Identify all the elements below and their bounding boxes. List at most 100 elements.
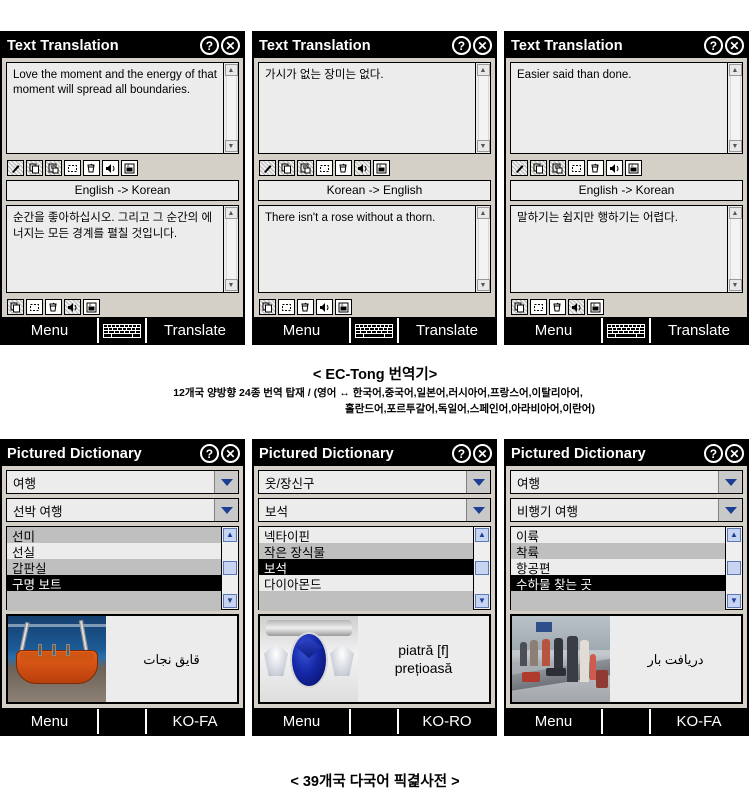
- keyboard-button[interactable]: [351, 318, 399, 343]
- scroll-track[interactable]: [729, 219, 741, 279]
- translate-button[interactable]: Translate: [651, 318, 747, 343]
- source-scrollbar[interactable]: ▲ ▼: [727, 63, 742, 153]
- word-listbox[interactable]: 이륙 착륙 항공편 수하물 찾는 곳 ▲ ▼: [510, 526, 743, 611]
- direction-bar[interactable]: English -> Korean: [510, 180, 743, 201]
- scroll-down-icon[interactable]: ▼: [476, 140, 490, 152]
- scroll-up-icon[interactable]: ▲: [224, 207, 238, 219]
- scroll-up-icon[interactable]: ▲: [224, 64, 238, 76]
- subcategory-dropdown[interactable]: 보석: [258, 498, 491, 522]
- pen-icon[interactable]: [7, 160, 24, 176]
- keyboard-button[interactable]: [603, 318, 651, 343]
- keyboard-input-icon[interactable]: A: [373, 160, 390, 176]
- result-scrollbar[interactable]: ▲ ▼: [475, 206, 490, 292]
- clear-icon[interactable]: [587, 160, 604, 176]
- help-icon[interactable]: ?: [452, 444, 471, 463]
- scroll-up-icon[interactable]: ▲: [476, 64, 490, 76]
- category-dropdown[interactable]: 옷/장신구: [258, 470, 491, 494]
- keyboard-input-icon[interactable]: A: [83, 299, 100, 315]
- category-dropdown[interactable]: 여행: [510, 470, 743, 494]
- keyboard-input-icon[interactable]: A: [625, 160, 642, 176]
- pen-icon[interactable]: [511, 160, 528, 176]
- scroll-thumb[interactable]: [475, 561, 489, 575]
- copy-icon[interactable]: [530, 160, 547, 176]
- speaker-icon[interactable]: [64, 299, 81, 315]
- scroll-down-icon[interactable]: ▼: [224, 279, 238, 291]
- chevron-down-icon[interactable]: [466, 499, 490, 521]
- word-listbox[interactable]: 넥타이핀 작은 장식물 보석 다이아몬드 ▲ ▼: [258, 526, 491, 611]
- copy-icon[interactable]: [278, 160, 295, 176]
- speaker-icon[interactable]: [568, 299, 585, 315]
- scroll-track[interactable]: [225, 76, 237, 140]
- chevron-down-icon[interactable]: [466, 471, 490, 493]
- listbox-scrollbar[interactable]: ▲ ▼: [725, 527, 742, 609]
- pen-icon[interactable]: [259, 160, 276, 176]
- close-icon[interactable]: ✕: [473, 444, 492, 463]
- speaker-icon[interactable]: [102, 160, 119, 176]
- scroll-track[interactable]: [729, 76, 741, 140]
- menu-button[interactable]: Menu: [2, 318, 99, 343]
- select-icon[interactable]: [568, 160, 585, 176]
- speaker-icon[interactable]: [316, 299, 333, 315]
- translate-button[interactable]: Translate: [147, 318, 243, 343]
- select-icon[interactable]: [278, 299, 295, 315]
- copy-icon[interactable]: [259, 299, 276, 315]
- clear-icon[interactable]: [297, 299, 314, 315]
- list-item[interactable]: 선미: [7, 527, 221, 544]
- close-icon[interactable]: ✕: [725, 36, 744, 55]
- scroll-track[interactable]: [477, 219, 489, 279]
- scroll-down-icon[interactable]: ▼: [727, 594, 741, 608]
- subcategory-dropdown[interactable]: 선박 여행: [6, 498, 239, 522]
- scroll-down-icon[interactable]: ▼: [728, 140, 742, 152]
- blank-button[interactable]: [99, 709, 147, 734]
- chevron-down-icon[interactable]: [214, 471, 238, 493]
- help-icon[interactable]: ?: [704, 36, 723, 55]
- keyboard-button[interactable]: [99, 318, 147, 343]
- word-listbox[interactable]: 선미 선실 갑판실 구명 보트 ▲ ▼: [6, 526, 239, 611]
- scroll-up-icon[interactable]: ▲: [475, 528, 489, 542]
- copy-icon[interactable]: [26, 160, 43, 176]
- keyboard-input-icon[interactable]: A: [121, 160, 138, 176]
- menu-button[interactable]: Menu: [254, 709, 351, 734]
- listbox-scrollbar[interactable]: ▲ ▼: [221, 527, 238, 609]
- menu-button[interactable]: Menu: [254, 318, 351, 343]
- clear-icon[interactable]: [83, 160, 100, 176]
- scroll-down-icon[interactable]: ▼: [475, 594, 489, 608]
- list-item[interactable]: 작은 장식물: [259, 543, 473, 560]
- chevron-down-icon[interactable]: [718, 471, 742, 493]
- list-item-selected[interactable]: 수하물 찾는 곳: [511, 575, 725, 592]
- help-icon[interactable]: ?: [452, 36, 471, 55]
- clear-icon[interactable]: [335, 160, 352, 176]
- result-scrollbar[interactable]: ▲ ▼: [727, 206, 742, 292]
- chevron-down-icon[interactable]: [214, 499, 238, 521]
- help-icon[interactable]: ?: [200, 444, 219, 463]
- source-scrollbar[interactable]: ▲ ▼: [475, 63, 490, 153]
- select-icon[interactable]: [26, 299, 43, 315]
- paste-icon[interactable]: [549, 160, 566, 176]
- source-textarea[interactable]: 가시가 없는 장미는 없다. ▲ ▼: [258, 62, 491, 154]
- scroll-up-icon[interactable]: ▲: [223, 528, 237, 542]
- category-dropdown[interactable]: 여행: [6, 470, 239, 494]
- result-textarea[interactable]: There isn't a rose without a thorn. ▲ ▼: [258, 205, 491, 293]
- close-icon[interactable]: ✕: [725, 444, 744, 463]
- close-icon[interactable]: ✕: [221, 36, 240, 55]
- result-textarea[interactable]: 말하기는 쉽지만 행하기는 어렵다. ▲ ▼: [510, 205, 743, 293]
- scroll-down-icon[interactable]: ▼: [223, 594, 237, 608]
- menu-button[interactable]: Menu: [2, 709, 99, 734]
- select-icon[interactable]: [530, 299, 547, 315]
- help-icon[interactable]: ?: [704, 444, 723, 463]
- direction-bar[interactable]: English -> Korean: [6, 180, 239, 201]
- speaker-icon[interactable]: [354, 160, 371, 176]
- scroll-up-icon[interactable]: ▲: [728, 207, 742, 219]
- list-item[interactable]: 다이아몬드: [259, 575, 473, 592]
- source-textarea[interactable]: Love the moment and the energy of that m…: [6, 62, 239, 154]
- clear-icon[interactable]: [549, 299, 566, 315]
- subcategory-dropdown[interactable]: 비행기 여행: [510, 498, 743, 522]
- source-scrollbar[interactable]: ▲ ▼: [223, 63, 238, 153]
- blank-button[interactable]: [603, 709, 651, 734]
- scroll-up-icon[interactable]: ▲: [728, 64, 742, 76]
- select-icon[interactable]: [64, 160, 81, 176]
- language-pair-button[interactable]: KO-FA: [651, 709, 747, 734]
- menu-button[interactable]: Menu: [506, 318, 603, 343]
- scroll-down-icon[interactable]: ▼: [476, 279, 490, 291]
- scroll-down-icon[interactable]: ▼: [224, 140, 238, 152]
